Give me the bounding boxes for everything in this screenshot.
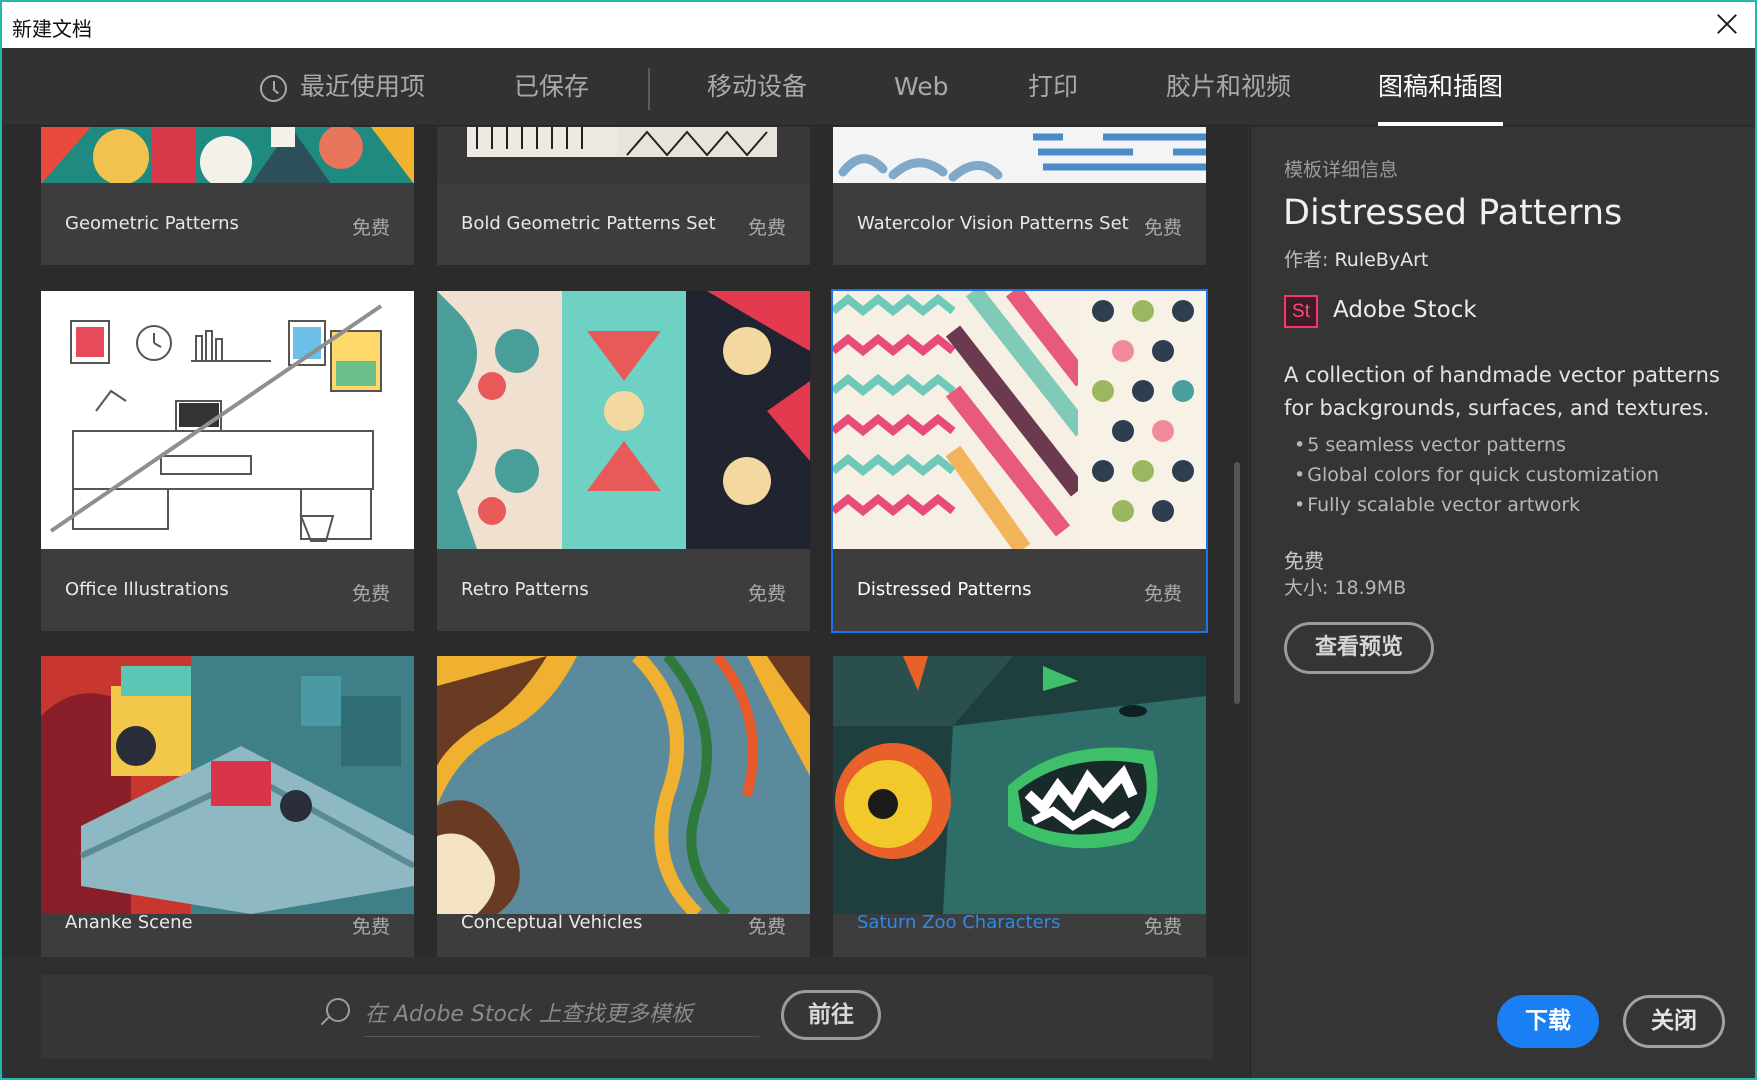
template-name: Conceptual Vehicles xyxy=(461,912,643,933)
source-label: Adobe Stock xyxy=(1333,297,1477,323)
stock-search-input[interactable] xyxy=(365,993,759,1037)
template-price: 免费 xyxy=(351,583,390,605)
grid-scrollbar-thumb[interactable] xyxy=(1234,462,1240,704)
template-thumbnail xyxy=(833,127,1206,184)
feature-item: Global colors for quick customization xyxy=(1294,460,1659,490)
details-title: Distressed Patterns xyxy=(1283,193,1623,233)
tab-web[interactable]: Web xyxy=(894,48,949,126)
template-meta: Saturn Zoo Characters 免费 xyxy=(833,912,1206,957)
template-details-panel: 模板详细信息 Distressed Patterns 作者: RuleByArt… xyxy=(1250,127,1755,1078)
template-meta: Geometric Patterns 免费 xyxy=(41,183,414,265)
adobe-stock-icon: St xyxy=(1284,295,1318,328)
details-section-label: 模板详细信息 xyxy=(1284,159,1399,181)
template-meta: Office Illustrations 免费 xyxy=(41,549,414,631)
details-size: 大小: 18.9MB xyxy=(1284,577,1407,599)
stock-search-bar: 前往 xyxy=(41,975,1213,1059)
clock-icon xyxy=(260,75,287,102)
title-bar: 新建文档 xyxy=(2,2,1755,48)
author-prefix: 作者: xyxy=(1284,249,1329,271)
template-card[interactable]: Saturn Zoo Characters 免费 xyxy=(833,656,1206,957)
template-card[interactable]: Office Illustrations 免费 xyxy=(41,291,414,631)
template-card[interactable]: Geometric Patterns 免费 xyxy=(41,127,414,265)
details-price: 免费 xyxy=(1284,549,1324,573)
template-meta: Distressed Patterns 免费 xyxy=(833,549,1206,631)
template-price: 免费 xyxy=(747,217,786,239)
template-name: Bold Geometric Patterns Set xyxy=(461,213,716,234)
close-icon[interactable] xyxy=(1711,8,1743,40)
template-price: 免费 xyxy=(1143,916,1182,938)
tab-divider xyxy=(648,68,650,110)
template-price: 免费 xyxy=(1143,583,1182,605)
template-card[interactable]: Conceptual Vehicles 免费 xyxy=(437,656,810,957)
template-card-selected[interactable]: Distressed Patterns 免费 xyxy=(831,289,1208,633)
author-name: RuleByArt xyxy=(1334,249,1429,271)
template-thumbnail xyxy=(437,656,810,914)
template-price: 免费 xyxy=(747,583,786,605)
template-price: 免费 xyxy=(351,217,390,239)
template-price: 免费 xyxy=(1143,217,1182,239)
template-card[interactable]: Ananke Scene 免费 xyxy=(41,656,414,957)
template-price: 免费 xyxy=(351,916,390,938)
tab-saved[interactable]: 已保存 xyxy=(514,48,589,126)
template-thumbnail xyxy=(437,127,810,184)
template-name: Saturn Zoo Characters xyxy=(857,912,1061,933)
template-meta: Bold Geometric Patterns Set 免费 xyxy=(437,183,810,265)
template-name: Ananke Scene xyxy=(65,912,193,933)
template-name: Retro Patterns xyxy=(461,579,589,600)
tab-art-illustration[interactable]: 图稿和插图 xyxy=(1378,48,1504,126)
template-thumbnail xyxy=(41,127,414,184)
tab-film-video[interactable]: 胶片和视频 xyxy=(1166,48,1291,126)
new-document-dialog: 新建文档 最近使用项 已保存 移动设备 Web 打印 胶片和视频 图稿和插图 G… xyxy=(0,0,1757,1080)
go-button[interactable]: 前往 xyxy=(781,990,881,1040)
feature-item: Fully scalable vector artwork xyxy=(1294,490,1659,520)
close-button[interactable]: 关闭 xyxy=(1623,995,1725,1048)
template-meta: Watercolor Vision Patterns Set 免费 xyxy=(833,183,1206,265)
category-tabs: 最近使用项 已保存 移动设备 Web 打印 胶片和视频 图稿和插图 xyxy=(2,48,1755,126)
details-description: A collection of handmade vector patterns… xyxy=(1284,363,1720,420)
template-name: Watercolor Vision Patterns Set xyxy=(857,213,1129,234)
tab-print[interactable]: 打印 xyxy=(1028,48,1078,126)
template-name: Distressed Patterns xyxy=(857,579,1032,600)
template-name: Office Illustrations xyxy=(65,579,229,600)
template-card[interactable]: Bold Geometric Patterns Set 免费 xyxy=(437,127,810,265)
template-thumbnail xyxy=(41,291,414,549)
search-icon xyxy=(326,998,350,1022)
download-button[interactable]: 下载 xyxy=(1497,995,1599,1048)
feature-list: 5 seamless vector patterns Global colors… xyxy=(1294,430,1659,520)
template-card[interactable]: Watercolor Vision Patterns Set 免费 xyxy=(833,127,1206,265)
template-meta: Retro Patterns 免费 xyxy=(437,549,810,631)
template-price: 免费 xyxy=(747,916,786,938)
template-meta: Conceptual Vehicles 免费 xyxy=(437,912,810,957)
template-name: Geometric Patterns xyxy=(65,213,239,234)
tab-mobile[interactable]: 移动设备 xyxy=(707,48,807,126)
template-grid: Geometric Patterns 免费 Bold Geometric Pat… xyxy=(2,127,1247,957)
template-meta: Ananke Scene 免费 xyxy=(41,912,414,957)
window-title: 新建文档 xyxy=(12,17,92,41)
template-thumbnail xyxy=(41,656,414,914)
feature-item: 5 seamless vector patterns xyxy=(1294,430,1659,460)
template-thumbnail xyxy=(833,656,1206,914)
view-preview-button[interactable]: 查看预览 xyxy=(1284,622,1434,674)
template-thumbnail xyxy=(833,291,1206,549)
template-thumbnail xyxy=(437,291,810,549)
tab-recent[interactable]: 最近使用项 xyxy=(300,48,425,126)
details-author: 作者: RuleByArt xyxy=(1284,245,1428,272)
template-card[interactable]: Retro Patterns 免费 xyxy=(437,291,810,631)
